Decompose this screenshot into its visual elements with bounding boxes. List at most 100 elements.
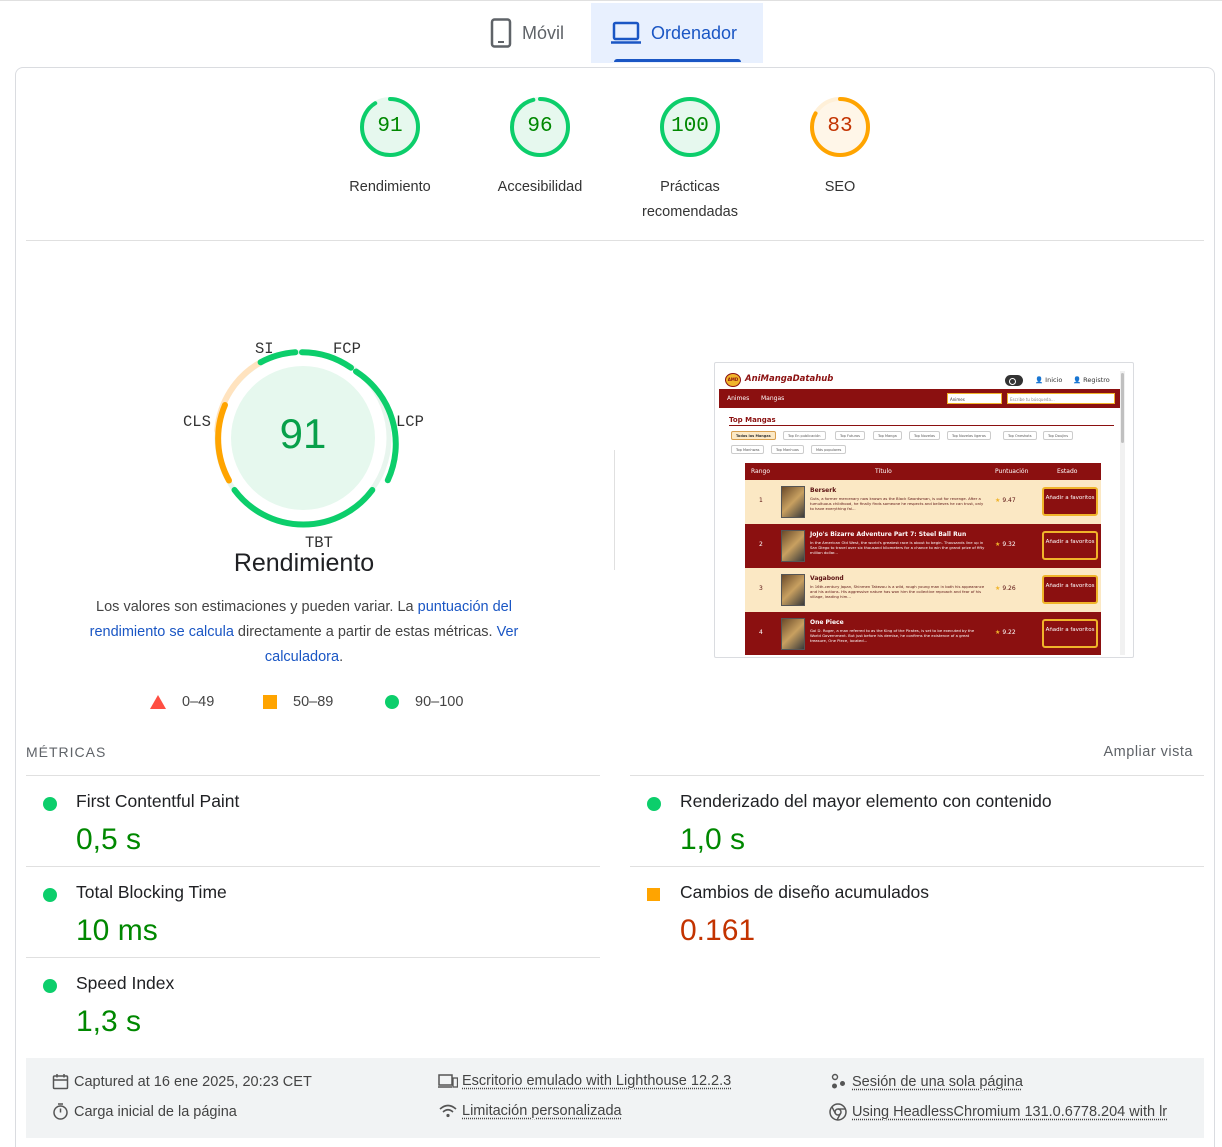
- add-favorite-button: Añadir a favoritos: [1042, 487, 1098, 516]
- green-circle-icon: [42, 978, 58, 999]
- green-circle-icon: [646, 796, 662, 817]
- row-score: ★ 9.47: [995, 497, 1016, 504]
- green-circle-icon: [42, 887, 58, 908]
- throttling[interactable]: Limitación personalizada: [438, 1103, 622, 1119]
- row-score: ★ 9.32: [995, 541, 1016, 548]
- gauge-label-fcp: FCP: [333, 340, 361, 358]
- gauge-label-lcp: LCP: [396, 413, 424, 431]
- devices-icon: [438, 1073, 458, 1089]
- timer-icon: [50, 1103, 70, 1120]
- type-select: Animes: [947, 393, 1002, 404]
- throttling-text: Limitación personalizada: [462, 1103, 622, 1119]
- metric-name: Total Blocking Time: [76, 882, 227, 902]
- category-score: 91: [377, 115, 403, 138]
- category-gauge-best-practices[interactable]: 100 Prácticas recomendadas: [630, 95, 750, 225]
- red-triangle-icon: [150, 695, 166, 709]
- section-title: Top Mangas: [729, 416, 776, 424]
- desc-text: Los valores son estimaciones y pueden va…: [96, 599, 418, 615]
- filter-chip: Todos los Mangas: [731, 431, 776, 440]
- add-favorite-button: Añadir a favoritos: [1042, 575, 1098, 604]
- captured-at: Captured at 16 ene 2025, 20:23 CET: [50, 1073, 312, 1090]
- smartphone-icon: [490, 18, 512, 48]
- emulated-device[interactable]: Escritorio emulado with Lighthouse 12.2.…: [438, 1073, 731, 1089]
- category-score: 83: [827, 115, 853, 138]
- category-label: Accesibilidad: [497, 179, 583, 195]
- score-ring: 91: [358, 95, 422, 159]
- col-title: Título: [875, 468, 892, 475]
- legend-pass: 90–100: [385, 694, 463, 710]
- row-rank: 1: [759, 497, 763, 504]
- search-box: Escribe tu búsqueda...: [1007, 393, 1115, 404]
- metric-name: Cambios de diseño acumulados: [680, 882, 930, 902]
- star-icon: ★: [995, 497, 1001, 504]
- manga-cover: [781, 486, 805, 518]
- category-label: Prácticas recomendadas: [642, 179, 738, 220]
- runtime-settings: Captured at 16 ene 2025, 20:23 CET Carga…: [26, 1058, 1204, 1138]
- expand-view-toggle[interactable]: Ampliar vista: [1104, 744, 1194, 760]
- tab-mobile-label: Móvil: [522, 22, 565, 43]
- category-gauge-accessibility[interactable]: 96 Accesibilidad: [480, 95, 600, 200]
- chrome-icon: [828, 1103, 848, 1121]
- screenshot-navbar: Animes Mangas Animes Escribe tu búsqueda…: [719, 389, 1121, 408]
- star-icon: ★: [995, 585, 1001, 592]
- row-rank: 3: [759, 585, 763, 592]
- filter-chip: Top Manhwas: [731, 445, 765, 454]
- captured-text: Captured at 16 ene 2025, 20:23 CET: [74, 1073, 312, 1090]
- laptop-icon: [611, 21, 641, 45]
- row-score: ★ 9.26: [995, 585, 1016, 592]
- theme-toggle-icon: [1005, 375, 1023, 386]
- metric-value: 1,3 s: [76, 1005, 142, 1038]
- logo-text: AMD: [727, 377, 739, 382]
- category-score: 96: [527, 115, 553, 138]
- browser-text: Using HeadlessChromium 131.0.6778.204 wi…: [852, 1104, 1168, 1120]
- score-ring: 83: [808, 95, 872, 159]
- table-header: Rango Título Puntuación Estado: [745, 463, 1101, 480]
- category-gauge-seo[interactable]: 83 SEO: [780, 95, 900, 200]
- site-logo: AMD: [725, 373, 741, 387]
- metric-value: 10 ms: [76, 914, 158, 947]
- nav-mangas: Mangas: [761, 395, 785, 402]
- initial-load: Carga inicial de la página: [50, 1103, 237, 1120]
- category-gauge-performance[interactable]: 91 Rendimiento: [330, 95, 450, 200]
- filter-chip: Más populares: [811, 445, 847, 454]
- col-score: Puntuación: [995, 468, 1029, 475]
- legend-range: 0–49: [182, 694, 215, 710]
- green-circle-icon: [385, 695, 399, 709]
- row-title: Berserk: [810, 487, 837, 494]
- row-rank: 4: [759, 629, 763, 636]
- row-desc: In the American Old West, the world's gr…: [810, 540, 985, 555]
- final-screenshot[interactable]: AMD AniMangaDatahub 👤 Inicio 👤 Registro …: [714, 362, 1134, 658]
- metric-divider: [26, 866, 600, 867]
- section-rule: [729, 425, 1114, 426]
- table-row: 1 Berserk Guts, a former mercenary now k…: [745, 480, 1101, 524]
- device-text: Escritorio emulado with Lighthouse 12.2.…: [462, 1073, 732, 1089]
- filter-chip: Top Novelas ligeras: [947, 431, 991, 440]
- calendar-icon: [50, 1073, 70, 1090]
- screenshot-page: AMD AniMangaDatahub 👤 Inicio 👤 Registro …: [719, 367, 1125, 655]
- browser-info[interactable]: Using HeadlessChromium 131.0.6778.204 wi…: [828, 1103, 1167, 1121]
- category-score: 100: [671, 115, 709, 138]
- session-icon: [828, 1073, 848, 1090]
- performance-description: Los valores son estimaciones y pueden va…: [72, 595, 536, 670]
- gauge-label-cls: CLS: [183, 413, 211, 431]
- legend-average: 50–89: [263, 694, 333, 710]
- tab-desktop[interactable]: Ordenador: [591, 3, 763, 63]
- nav-animes: Animes: [727, 395, 750, 402]
- filter-chip: Top Manhuas: [771, 445, 804, 454]
- add-favorite-button: Añadir a favoritos: [1042, 531, 1098, 560]
- metric-divider: [630, 775, 1204, 776]
- session[interactable]: Sesión de una sola página: [828, 1073, 1023, 1090]
- row-score: ★ 9.22: [995, 629, 1016, 636]
- col-rank: Rango: [751, 468, 770, 475]
- performance-gauge: SI FCP LCP TBT CLS 91: [183, 330, 433, 552]
- row-desc: Guts, a former mercenary now known as th…: [810, 496, 984, 511]
- tab-mobile[interactable]: Móvil: [478, 3, 590, 63]
- score-value: 9.32: [1002, 541, 1016, 548]
- register-label: Registro: [1083, 376, 1110, 384]
- initial-load-text: Carga inicial de la página: [74, 1103, 237, 1120]
- table-row: 2 JoJo's Bizarre Adventure Part 7: Steel…: [745, 524, 1101, 568]
- table-row: 4 One Piece Gol D. Roger, a man referred…: [745, 612, 1101, 655]
- green-circle-icon: [42, 796, 58, 817]
- metric-divider: [26, 775, 600, 776]
- legend-range: 50–89: [293, 694, 334, 710]
